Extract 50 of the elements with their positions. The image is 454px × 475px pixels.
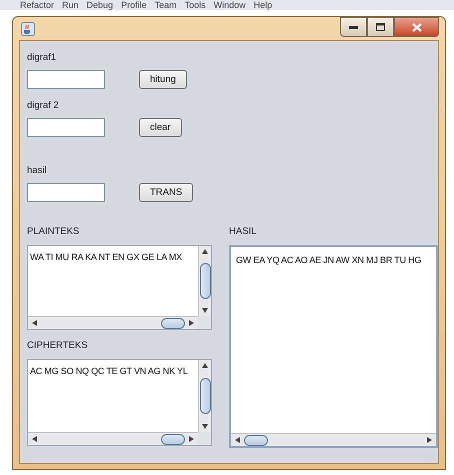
text-area[interactable]: WA TI MU RA KA NT EN GX GE LA MX — [27, 245, 212, 330]
text-area-text: GW EA YQ AC AO AE JN AW XN MJ BR TU HG — [235, 254, 422, 265]
vertical-scrollbar[interactable] — [198, 360, 211, 432]
action-button[interactable]: hitung — [139, 70, 187, 89]
scrollbar-thumb[interactable] — [200, 263, 210, 299]
maximize-button[interactable] — [367, 17, 394, 37]
section-label: CIPHERTEKS — [27, 340, 89, 352]
input-field[interactable] — [27, 118, 105, 137]
scrollbar-thumb[interactable] — [161, 318, 185, 328]
arrow-up-icon[interactable] — [202, 363, 208, 368]
scrollbar-thumb[interactable] — [200, 378, 210, 414]
menu-item[interactable]: Debug — [86, 0, 114, 10]
field-label: digraf1 — [27, 52, 58, 64]
menu-item[interactable]: Tools — [184, 0, 206, 10]
arrow-left-icon[interactable] — [32, 436, 37, 442]
text-area-text: AC MG SO NQ QC TE GT VN AG NK YL — [29, 365, 189, 376]
close-button[interactable] — [394, 17, 439, 37]
action-button[interactable]: clear — [139, 118, 182, 137]
menu-item[interactable]: Help — [254, 0, 272, 10]
input-field[interactable] — [27, 183, 105, 202]
field-label: digraf 2 — [27, 100, 60, 112]
text-area-text: WA TI MU RA KA NT EN GX GE LA MX — [29, 251, 183, 262]
action-button[interactable]: TRANS — [139, 183, 194, 202]
vertical-scrollbar[interactable] — [198, 246, 211, 316]
text-area[interactable]: AC MG SO NQ QC TE GT VN AG NK YL — [27, 359, 212, 446]
menu-item[interactable]: Profile — [121, 0, 147, 10]
maximize-icon — [376, 23, 385, 31]
input-field[interactable] — [27, 70, 105, 89]
scrollbar-corner — [198, 432, 211, 445]
minimize-icon — [349, 26, 358, 28]
minimize-button[interactable] — [340, 17, 367, 37]
section-label: HASIL — [229, 226, 258, 238]
text-area[interactable]: GW EA YQ AC AO AE JN AW XN MJ BR TU HG — [229, 245, 438, 448]
menu-item[interactable]: Window — [214, 0, 246, 10]
arrow-right-icon[interactable] — [427, 437, 432, 443]
close-icon — [412, 22, 422, 32]
section-label: PLAINTEKS — [27, 226, 80, 238]
field-label: hasil — [27, 165, 48, 177]
coffee-cup-icon — [21, 22, 35, 36]
scrollbar-corner — [198, 316, 211, 329]
menu-item[interactable]: Run — [62, 0, 79, 10]
horizontal-scrollbar[interactable] — [28, 316, 198, 329]
scrollbar-thumb[interactable] — [244, 434, 268, 446]
arrow-left-icon[interactable] — [32, 320, 37, 326]
horizontal-scrollbar[interactable] — [28, 432, 198, 445]
scrollbar-thumb[interactable] — [161, 434, 185, 444]
menu-item[interactable]: Team — [154, 0, 177, 10]
arrow-up-icon[interactable] — [202, 249, 208, 254]
menu-item[interactable]: Refactor — [20, 0, 54, 10]
horizontal-scrollbar[interactable] — [231, 433, 436, 446]
